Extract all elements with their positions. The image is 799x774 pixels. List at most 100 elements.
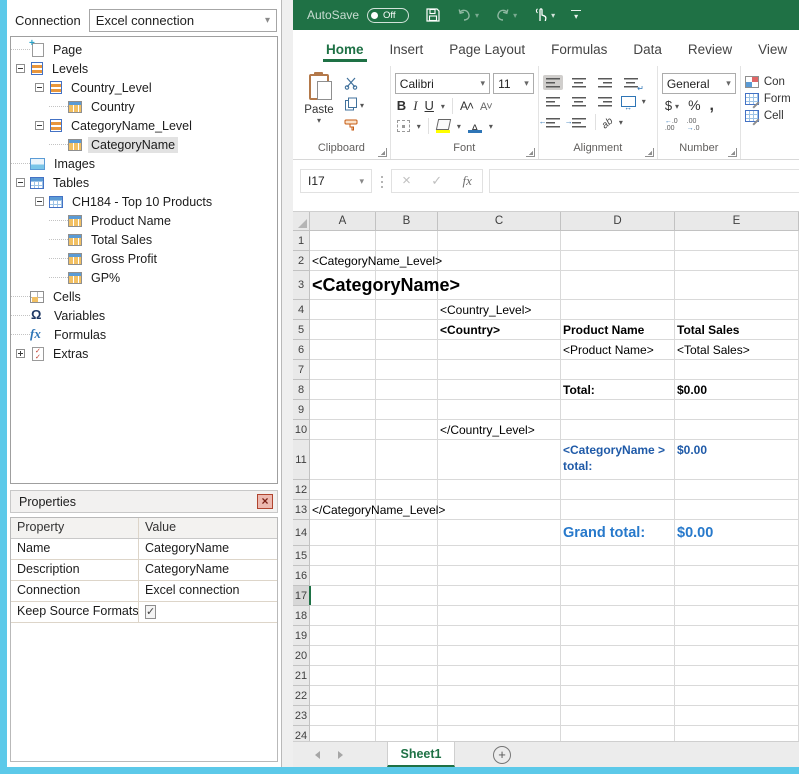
- align-left-button[interactable]: [543, 94, 563, 109]
- row-header-11[interactable]: 11: [293, 440, 310, 480]
- paste-button[interactable]: Paste ▾: [297, 70, 341, 135]
- cell-A22[interactable]: [310, 686, 376, 706]
- cell-E7[interactable]: [675, 360, 799, 380]
- cell-A24[interactable]: [310, 726, 376, 741]
- cell-B8[interactable]: [376, 380, 438, 400]
- previous-sheet-arrow-icon[interactable]: [315, 751, 320, 759]
- cell-D17[interactable]: [561, 586, 675, 606]
- cell-C7[interactable]: [438, 360, 561, 380]
- cell-C10[interactable]: </Country_Level>: [438, 420, 561, 440]
- cell-E19[interactable]: [675, 626, 799, 646]
- cell-A2[interactable]: <CategoryName_Level>: [310, 251, 376, 271]
- cell-A10[interactable]: [310, 420, 376, 440]
- cell-C17[interactable]: [438, 586, 561, 606]
- cell-D13[interactable]: [561, 500, 675, 520]
- cell-E3[interactable]: [675, 271, 799, 300]
- font-color-icon[interactable]: [468, 119, 482, 133]
- cell-B11[interactable]: [376, 440, 438, 480]
- property-value[interactable]: CategoryName: [139, 560, 277, 580]
- row-header-4[interactable]: 4: [293, 300, 310, 320]
- cell-E21[interactable]: [675, 666, 799, 686]
- cell-styles-button[interactable]: Cell: [745, 110, 795, 122]
- cell-E14[interactable]: $0.00: [675, 520, 799, 546]
- center-button[interactable]: [569, 94, 589, 109]
- cell-B4[interactable]: [376, 300, 438, 320]
- add-sheet-button[interactable]: +: [493, 746, 511, 764]
- connection-dropdown[interactable]: Excel connection ▾: [89, 9, 277, 32]
- cell-C13[interactable]: [438, 500, 561, 520]
- tree-item-tables[interactable]: Tables: [11, 173, 277, 192]
- row-header-5[interactable]: 5: [293, 320, 310, 340]
- cell-B19[interactable]: [376, 626, 438, 646]
- column-header-a[interactable]: A: [310, 212, 376, 231]
- cut-button[interactable]: [341, 75, 367, 93]
- tab-data[interactable]: Data: [620, 34, 675, 66]
- alignment-dialog-launcher[interactable]: [645, 148, 654, 157]
- cell-D8[interactable]: Total:: [561, 380, 675, 400]
- cell-B9[interactable]: [376, 400, 438, 420]
- row-header-13[interactable]: 13: [293, 500, 310, 520]
- cell-B21[interactable]: [376, 666, 438, 686]
- row-header-7[interactable]: 7: [293, 360, 310, 380]
- merge-center-icon[interactable]: [621, 96, 636, 107]
- row-header-17[interactable]: 17: [293, 586, 310, 606]
- cell-E2[interactable]: [675, 251, 799, 271]
- column-header-e[interactable]: E: [675, 212, 799, 231]
- formula-input[interactable]: [489, 169, 799, 193]
- cell-B7[interactable]: [376, 360, 438, 380]
- row-header-22[interactable]: 22: [293, 686, 310, 706]
- cell-E12[interactable]: [675, 480, 799, 500]
- cell-D6[interactable]: <Product Name>: [561, 340, 675, 360]
- tree-item-images[interactable]: Images: [11, 154, 277, 173]
- conditional-formatting-button[interactable]: Con: [745, 76, 795, 88]
- comma-style-button[interactable]: [710, 97, 714, 115]
- align-right-button[interactable]: [595, 94, 615, 109]
- cell-E8[interactable]: $0.00: [675, 380, 799, 400]
- cell-D12[interactable]: [561, 480, 675, 500]
- cell-C9[interactable]: [438, 400, 561, 420]
- tree-item-country[interactable]: Country: [11, 97, 277, 116]
- cell-C20[interactable]: [438, 646, 561, 666]
- cell-D23[interactable]: [561, 706, 675, 726]
- tree-item-ch184-top-10-products[interactable]: CH184 - Top 10 Products: [11, 192, 277, 211]
- accounting-format-button[interactable]: [665, 97, 672, 115]
- cell-D1[interactable]: [561, 231, 675, 251]
- tree-item-gp[interactable]: GP%: [11, 268, 277, 287]
- row-header-10[interactable]: 10: [293, 420, 310, 440]
- increase-decimal-button[interactable]: ←.0 .00: [665, 118, 678, 132]
- underline-button[interactable]: [425, 97, 434, 115]
- cell-B6[interactable]: [376, 340, 438, 360]
- clipboard-dialog-launcher[interactable]: [378, 148, 387, 157]
- bottom-align-button[interactable]: [595, 75, 615, 90]
- cell-C12[interactable]: [438, 480, 561, 500]
- tree-item-cells[interactable]: Cells: [11, 287, 277, 306]
- cell-B10[interactable]: [376, 420, 438, 440]
- cell-A11[interactable]: [310, 440, 376, 480]
- save-button[interactable]: [425, 7, 441, 23]
- collapse-icon[interactable]: [16, 64, 25, 73]
- expand-icon[interactable]: [16, 349, 25, 358]
- cell-B17[interactable]: [376, 586, 438, 606]
- cell-A19[interactable]: [310, 626, 376, 646]
- cell-C6[interactable]: [438, 340, 561, 360]
- cell-D24[interactable]: [561, 726, 675, 741]
- cell-C21[interactable]: [438, 666, 561, 686]
- tree-item-gross-profit[interactable]: Gross Profit: [11, 249, 277, 268]
- tree-item-total-sales[interactable]: Total Sales: [11, 230, 277, 249]
- cell-D21[interactable]: [561, 666, 675, 686]
- number-format-combobox[interactable]: General▾: [662, 73, 736, 94]
- cell-A23[interactable]: [310, 706, 376, 726]
- decrease-font-size-button[interactable]: [480, 97, 492, 115]
- cell-D5[interactable]: Product Name: [561, 320, 675, 340]
- property-value[interactable]: Excel connection: [139, 581, 277, 601]
- cell-C18[interactable]: [438, 606, 561, 626]
- next-sheet-arrow-icon[interactable]: [338, 751, 343, 759]
- cell-A9[interactable]: [310, 400, 376, 420]
- cell-D10[interactable]: [561, 420, 675, 440]
- cell-B16[interactable]: [376, 566, 438, 586]
- cell-C22[interactable]: [438, 686, 561, 706]
- increase-indent-button[interactable]: [569, 115, 589, 130]
- cell-E10[interactable]: [675, 420, 799, 440]
- cell-E1[interactable]: [675, 231, 799, 251]
- cell-E16[interactable]: [675, 566, 799, 586]
